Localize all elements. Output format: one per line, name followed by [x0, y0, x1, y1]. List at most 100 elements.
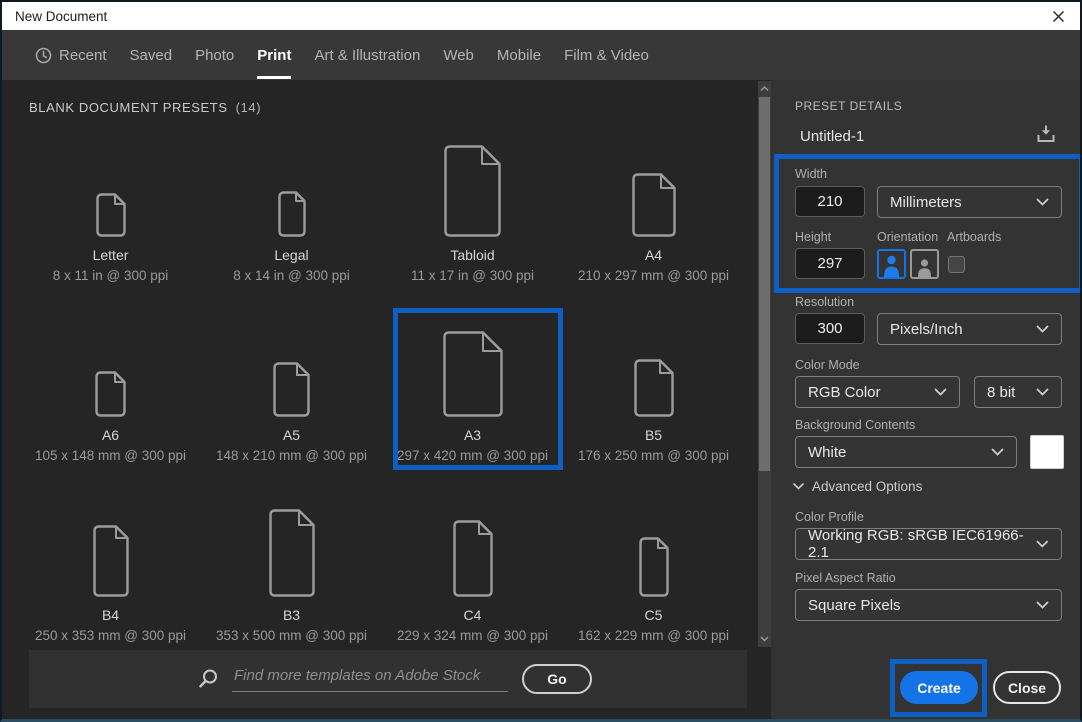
preset-tile-tabloid[interactable]: Tabloid 11 x 17 in @ 300 ppi	[382, 132, 563, 312]
preset-tile-a3[interactable]: A3 297 x 420 mm @ 300 ppi	[382, 312, 563, 492]
search-input[interactable]	[232, 666, 508, 692]
background-color-swatch[interactable]	[1030, 435, 1064, 469]
color-profile-label: Color Profile	[795, 510, 864, 524]
tab-label: Film & Video	[564, 46, 649, 64]
document-page-icon	[638, 492, 669, 597]
preset-details-header: PRESET DETAILS	[795, 99, 903, 113]
preset-dimensions: 176 x 250 mm @ 300 ppi	[577, 448, 730, 463]
width-input[interactable]	[795, 186, 865, 217]
advanced-options-label: Advanced Options	[812, 479, 923, 494]
tab-label: Recent	[59, 46, 107, 64]
background-contents-label: Background Contents	[795, 418, 916, 432]
tab-label: Photo	[195, 46, 235, 64]
color-profile-value: Working RGB: sRGB IEC61966-2.1	[808, 527, 1024, 561]
background-contents-select[interactable]: White	[795, 436, 1017, 468]
tab-label: Mobile	[496, 46, 542, 64]
presets-area: BLANK DOCUMENT PRESETS (14) Letter 8 x 11 …	[2, 80, 756, 719]
width-unit-select[interactable]: Millimeters	[877, 186, 1062, 218]
document-page-icon	[633, 312, 674, 417]
close-button[interactable]: Close	[993, 671, 1061, 704]
pixel-aspect-ratio-label: Pixel Aspect Ratio	[795, 571, 896, 585]
tab-print[interactable]: Print	[257, 30, 292, 80]
dialog-title: New Document	[15, 8, 108, 24]
preset-tile-c4[interactable]: C4 229 x 324 mm @ 300 ppi	[382, 492, 563, 672]
close-icon[interactable]	[1050, 8, 1066, 24]
preset-tile-c5[interactable]: C5 162 x 229 mm @ 300 ppi	[563, 492, 744, 672]
color-mode-select[interactable]: RGB Color	[795, 376, 960, 408]
preset-name: B3	[282, 607, 301, 623]
tab-photo[interactable]: Photo	[195, 30, 234, 80]
preset-tile-b5[interactable]: B5 176 x 250 mm @ 300 ppi	[563, 312, 744, 492]
preset-dimensions: 148 x 210 mm @ 300 ppi	[215, 448, 368, 463]
orientation-portrait-button[interactable]	[877, 249, 906, 279]
preset-dimensions: 8 x 11 in @ 300 ppi	[52, 268, 169, 283]
preset-dimensions: 297 x 420 mm @ 300 ppi	[396, 448, 549, 463]
search-icon	[197, 668, 219, 690]
tab-label: Print	[257, 46, 292, 64]
tab-label: Saved	[129, 46, 173, 64]
category-tab-bar: Recent Saved Photo Print Art & Illustration W…	[2, 30, 1080, 80]
pixel-aspect-ratio-select[interactable]: Square Pixels	[795, 589, 1062, 621]
resolution-unit-value: Pixels/Inch	[890, 320, 963, 338]
artboards-checkbox[interactable]	[948, 256, 965, 273]
tab-film-video[interactable]: Film & Video	[564, 30, 649, 80]
artboards-label: Artboards	[947, 230, 1002, 244]
preset-name: Letter	[92, 247, 129, 263]
preset-tile-b4[interactable]: B4 250 x 353 mm @ 300 ppi	[20, 492, 201, 672]
preset-dimensions: 210 x 297 mm @ 300 ppi	[577, 268, 730, 283]
tab-mobile[interactable]: Mobile	[497, 30, 541, 80]
scrollbar-thumb[interactable]	[759, 97, 770, 471]
resolution-input[interactable]	[795, 313, 865, 344]
color-mode-value: RGB Color	[808, 383, 881, 401]
preset-grid: Letter 8 x 11 in @ 300 ppi Legal 8 x 14 in …	[20, 132, 744, 672]
orientation-label: Orientation	[877, 230, 939, 244]
color-mode-label: Color Mode	[795, 358, 860, 372]
preset-tile-legal[interactable]: Legal 8 x 14 in @ 300 ppi	[201, 132, 382, 312]
create-button[interactable]: Create	[900, 671, 978, 704]
document-page-icon	[277, 132, 306, 237]
adobe-stock-search-bar: Go	[29, 650, 747, 708]
document-page-icon	[92, 492, 129, 597]
preset-name: Legal	[274, 247, 309, 263]
preset-tile-a4[interactable]: A4 210 x 297 mm @ 300 ppi	[563, 132, 744, 312]
preset-dimensions: 105 x 148 mm @ 300 ppi	[34, 448, 187, 463]
preset-tile-b3[interactable]: B3 353 x 500 mm @ 300 ppi	[201, 492, 382, 672]
tab-art-illustration[interactable]: Art & Illustration	[314, 30, 420, 80]
preset-tile-a6[interactable]: A6 105 x 148 mm @ 300 ppi	[20, 312, 201, 492]
save-preset-icon[interactable]	[1034, 122, 1058, 146]
preset-name: B5	[644, 427, 663, 443]
height-input[interactable]	[795, 248, 865, 279]
tab-label: Web	[443, 46, 474, 64]
pixel-aspect-ratio-value: Square Pixels	[808, 596, 901, 614]
preset-tile-letter[interactable]: Letter 8 x 11 in @ 300 ppi	[20, 132, 201, 312]
orientation-landscape-button[interactable]	[910, 249, 939, 279]
tab-web[interactable]: Web	[443, 30, 474, 80]
tab-saved[interactable]: Saved	[130, 30, 173, 80]
scroll-up-icon[interactable]	[758, 82, 771, 96]
resolution-unit-select[interactable]: Pixels/Inch	[877, 313, 1062, 345]
tab-recent[interactable]: Recent	[35, 30, 107, 80]
preset-name: A4	[644, 247, 663, 263]
preset-name: A6	[101, 427, 120, 443]
document-name-field[interactable]: Untitled-1	[800, 128, 864, 145]
preset-dimensions: 162 x 229 mm @ 300 ppi	[577, 628, 730, 643]
go-button[interactable]: Go	[522, 664, 592, 694]
scroll-down-icon[interactable]	[758, 632, 771, 646]
resolution-label: Resolution	[795, 295, 855, 309]
width-unit-value: Millimeters	[890, 193, 962, 211]
preset-dimensions: 11 x 17 in @ 300 ppi	[410, 268, 535, 283]
bit-depth-value: 8 bit	[987, 383, 1016, 401]
tab-label: Art & Illustration	[314, 46, 421, 64]
document-page-icon	[444, 132, 501, 237]
preset-dimensions: 8 x 14 in @ 300 ppi	[233, 268, 350, 283]
preset-details-panel: PRESET DETAILS Untitled-1 Width Millimet…	[771, 80, 1080, 719]
advanced-options-toggle[interactable]: Advanced Options	[793, 479, 922, 494]
document-page-icon	[442, 312, 503, 417]
color-profile-select[interactable]: Working RGB: sRGB IEC61966-2.1	[795, 527, 1062, 561]
document-page-icon	[95, 132, 126, 237]
new-document-dialog: New Document Recent Saved Photo Print Art & …	[0, 0, 1082, 722]
preset-name: A3	[463, 427, 482, 443]
bit-depth-select[interactable]: 8 bit	[974, 376, 1062, 408]
preset-tile-a5[interactable]: A5 148 x 210 mm @ 300 ppi	[201, 312, 382, 492]
scrollbar[interactable]	[758, 81, 771, 647]
